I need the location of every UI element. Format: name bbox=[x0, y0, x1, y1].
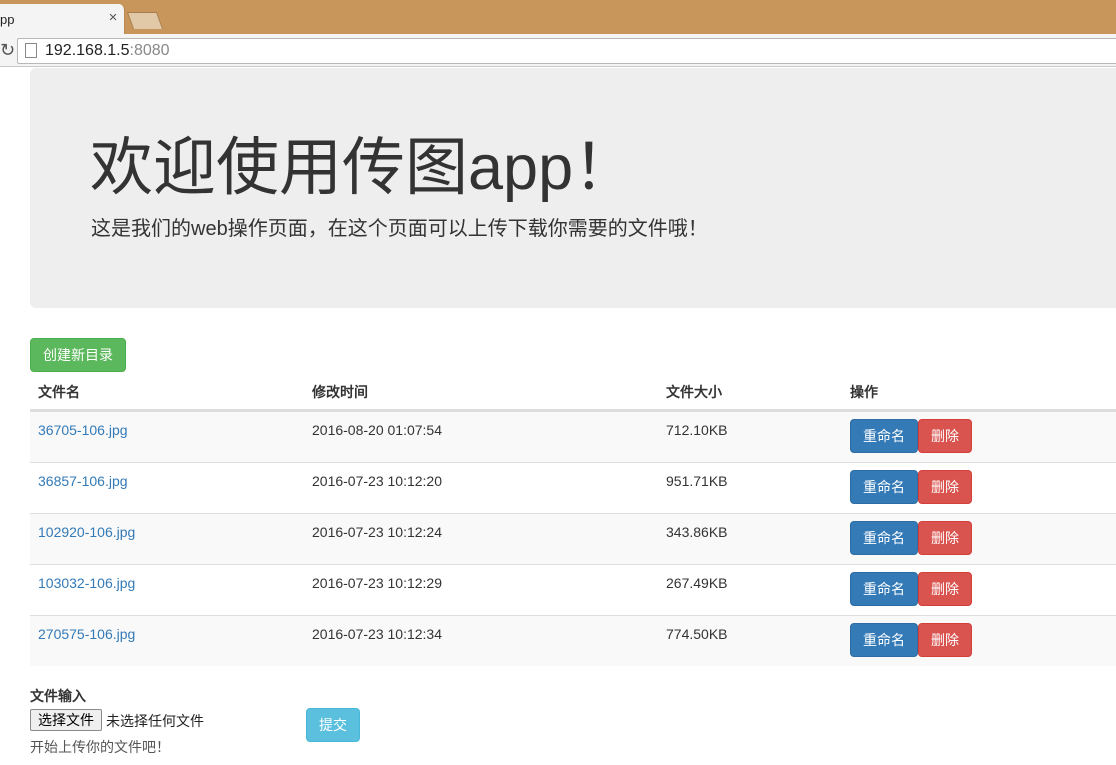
url-host: 192.168.1.5 bbox=[45, 42, 130, 59]
reload-icon[interactable]: ↻ bbox=[0, 40, 15, 60]
upload-help-text: 开始上传你的文件吧！ bbox=[30, 739, 170, 755]
size-cell: 774.50KB bbox=[666, 626, 728, 642]
submit-button[interactable]: 提交 bbox=[306, 708, 360, 742]
url-port: :8080 bbox=[129, 42, 170, 59]
jumbotron: 欢迎使用传图app！ 这是我们的web操作页面，在这个页面可以上传下载你需要的文… bbox=[30, 68, 1116, 308]
file-table: 文件名 修改时间 文件大小 操作 36705-106.jpg 2016-08-2… bbox=[30, 372, 1116, 666]
table-row: 36857-106.jpg 2016-07-23 10:12:20 951.71… bbox=[30, 462, 1116, 513]
file-name-cell: 36705-106.jpg bbox=[38, 422, 128, 438]
modified-cell: 2016-08-20 01:07:54 bbox=[312, 422, 442, 438]
rename-button[interactable]: 重命名 bbox=[850, 470, 918, 504]
browser-tabstrip: pp × bbox=[0, 0, 1116, 34]
browser-tab[interactable]: pp × bbox=[0, 4, 125, 34]
rename-button[interactable]: 重命名 bbox=[850, 419, 918, 453]
browser-toolbar: ↻ 192.168.1.5:8080 bbox=[0, 34, 1116, 67]
table-row: 270575-106.jpg 2016-07-23 10:12:34 774.5… bbox=[30, 615, 1116, 666]
table-row: 103032-106.jpg 2016-07-23 10:12:29 267.4… bbox=[30, 564, 1116, 615]
modified-cell: 2016-07-23 10:12:34 bbox=[312, 626, 442, 642]
tab-title: pp bbox=[0, 12, 15, 27]
rename-button[interactable]: 重命名 bbox=[850, 623, 918, 657]
file-name-cell: 102920-106.jpg bbox=[38, 524, 135, 540]
close-tab-icon[interactable]: × bbox=[105, 10, 121, 26]
create-directory-button[interactable]: 创建新目录 bbox=[30, 338, 126, 372]
address-bar[interactable]: 192.168.1.5:8080 bbox=[17, 38, 1116, 64]
page-subtitle: 这是我们的web操作页面，在这个页面可以上传下载你需要的文件哦！ bbox=[91, 218, 708, 240]
modified-cell: 2016-07-23 10:12:20 bbox=[312, 473, 442, 489]
delete-button[interactable]: 删除 bbox=[918, 572, 972, 606]
page-icon bbox=[25, 43, 37, 58]
header-size: 文件大小 bbox=[666, 384, 722, 400]
delete-button[interactable]: 删除 bbox=[918, 623, 972, 657]
size-cell: 267.49KB bbox=[666, 575, 728, 591]
file-name-cell: 36857-106.jpg bbox=[38, 473, 128, 489]
choose-file-button[interactable]: 选择文件 bbox=[30, 709, 102, 731]
table-row: 102920-106.jpg 2016-07-23 10:12:24 343.8… bbox=[30, 513, 1116, 564]
table-row: 36705-106.jpg 2016-08-20 01:07:54 712.10… bbox=[30, 411, 1116, 462]
file-link[interactable]: 36705-106.jpg bbox=[38, 422, 128, 438]
no-file-selected-text: 未选择任何文件 bbox=[106, 713, 204, 729]
modified-cell: 2016-07-23 10:12:29 bbox=[312, 575, 442, 591]
page-title: 欢迎使用传图app！ bbox=[90, 133, 637, 203]
header-actions: 操作 bbox=[850, 384, 878, 400]
header-modified: 修改时间 bbox=[312, 384, 368, 400]
url-text: 192.168.1.5:8080 bbox=[45, 42, 170, 60]
size-cell: 712.10KB bbox=[666, 422, 728, 438]
modified-cell: 2016-07-23 10:12:24 bbox=[312, 524, 442, 540]
file-link[interactable]: 102920-106.jpg bbox=[38, 524, 135, 540]
file-input-label: 文件输入 bbox=[30, 688, 86, 704]
rename-button[interactable]: 重命名 bbox=[850, 572, 918, 606]
rename-button[interactable]: 重命名 bbox=[850, 521, 918, 555]
size-cell: 951.71KB bbox=[666, 473, 728, 489]
delete-button[interactable]: 删除 bbox=[918, 521, 972, 555]
header-filename: 文件名 bbox=[38, 384, 80, 400]
file-link[interactable]: 103032-106.jpg bbox=[38, 575, 135, 591]
new-tab-button[interactable] bbox=[126, 12, 164, 29]
table-header: 文件名 修改时间 文件大小 操作 bbox=[30, 372, 1116, 411]
file-link[interactable]: 270575-106.jpg bbox=[38, 626, 135, 642]
file-name-cell: 103032-106.jpg bbox=[38, 575, 135, 591]
delete-button[interactable]: 删除 bbox=[918, 470, 972, 504]
file-name-cell: 270575-106.jpg bbox=[38, 626, 135, 642]
file-link[interactable]: 36857-106.jpg bbox=[38, 473, 128, 489]
delete-button[interactable]: 删除 bbox=[918, 419, 972, 453]
size-cell: 343.86KB bbox=[666, 524, 728, 540]
